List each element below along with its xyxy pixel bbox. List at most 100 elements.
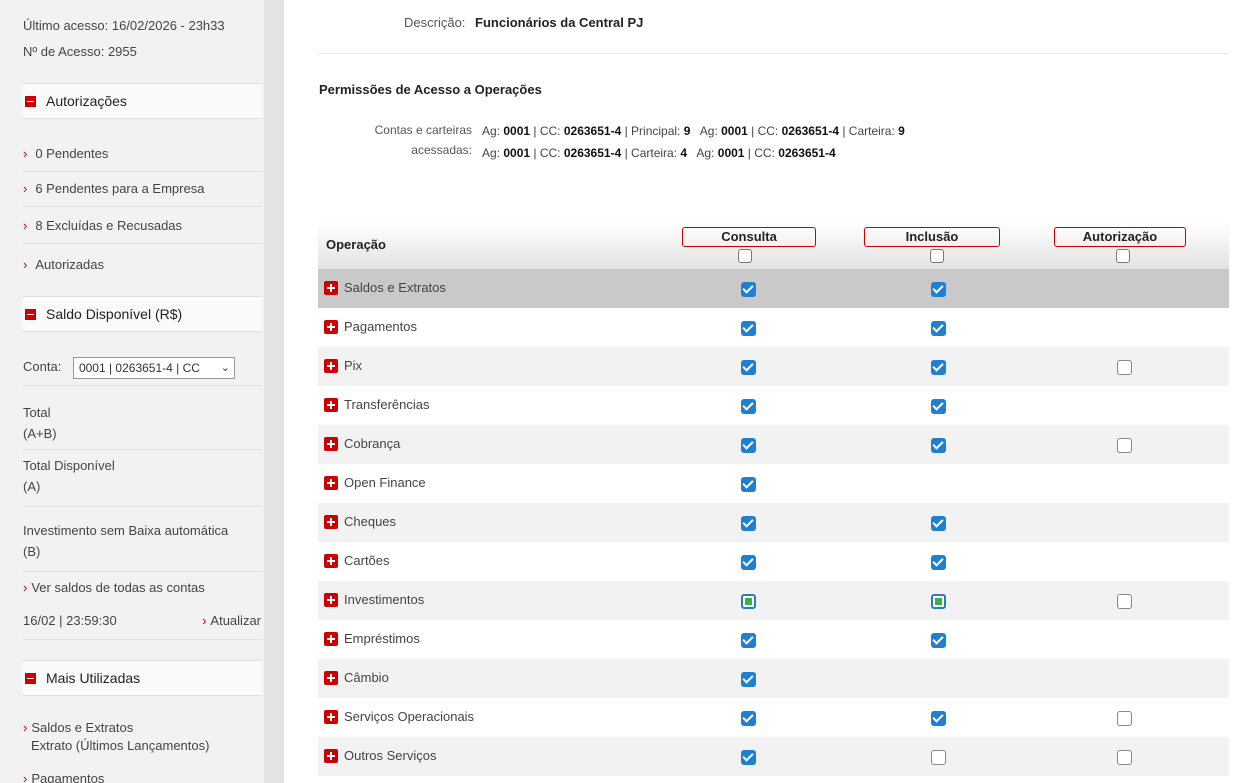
operation-name[interactable]: Pagamentos	[324, 319, 417, 334]
expand-plus-icon[interactable]	[324, 592, 338, 607]
operation-name[interactable]: Saldos e Extratos	[324, 280, 446, 295]
consulta-checkbox[interactable]	[741, 555, 756, 570]
inclusao-checkbox[interactable]	[931, 438, 946, 453]
operation-label: Pix	[344, 358, 363, 373]
consulta-checkbox[interactable]	[741, 360, 756, 375]
expand-plus-icon[interactable]	[324, 631, 338, 646]
autorizacao-checkbox[interactable]	[1117, 711, 1132, 726]
operation-name[interactable]: Investimentos	[324, 592, 424, 607]
conta-text: | Principal:	[621, 124, 684, 138]
consulta-checkbox[interactable]	[741, 282, 756, 297]
section-mais-utilizadas-header[interactable]: Mais Utilizadas	[22, 660, 262, 696]
chevron-right-icon: ›	[23, 580, 28, 595]
consulta-checkbox[interactable]	[741, 321, 756, 336]
inclusao-checkbox[interactable]	[931, 750, 946, 765]
select-all-consulta-checkbox[interactable]	[738, 249, 752, 263]
consulta-checkbox[interactable]	[741, 477, 756, 492]
chevron-right-icon: ›	[23, 771, 28, 783]
operation-name[interactable]: Cartões	[324, 553, 390, 568]
consulta-checkbox[interactable]	[741, 750, 756, 765]
operation-name[interactable]: Empréstimos	[324, 631, 420, 646]
consulta-checkbox[interactable]	[741, 594, 756, 609]
conta-value: 0001	[503, 124, 531, 138]
inclusao-checkbox[interactable]	[931, 594, 946, 609]
consulta-checkbox[interactable]	[741, 516, 756, 531]
sidebar-item-excluidas[interactable]: › 8 Excluídas e Recusadas	[23, 208, 263, 244]
consulta-checkbox[interactable]	[741, 633, 756, 648]
access-count-text: Nº de Acesso: 2955	[23, 44, 137, 59]
conta-value: 9	[898, 124, 905, 138]
expand-plus-icon[interactable]	[324, 397, 338, 412]
table-row: Pagamentos	[318, 308, 1229, 347]
consulta-checkbox[interactable]	[741, 399, 756, 414]
expand-plus-icon[interactable]	[324, 280, 338, 295]
operation-label: Cartões	[344, 553, 390, 568]
expand-plus-icon[interactable]	[324, 553, 338, 568]
inclusao-checkbox[interactable]	[931, 555, 946, 570]
conta-text: Ag:	[482, 124, 504, 138]
expand-plus-icon[interactable]	[324, 436, 338, 451]
contas-label-line2: acessadas:	[411, 143, 472, 157]
inclusao-checkbox[interactable]	[931, 360, 946, 375]
inclusao-checkbox[interactable]	[931, 711, 946, 726]
expand-plus-icon[interactable]	[324, 319, 338, 334]
consulta-checkbox[interactable]	[741, 711, 756, 726]
expand-plus-icon[interactable]	[324, 748, 338, 763]
investimento-block: Investimento sem Baixa automática (B)	[23, 520, 263, 572]
operation-name[interactable]: Transferências	[324, 397, 430, 412]
conta-select[interactable]: 0001 | 0263651-4 | CC ⌄	[72, 356, 235, 379]
sidebar-item-pendentes-empresa[interactable]: › 6 Pendentes para a Empresa	[23, 171, 263, 207]
mais-utilizadas-item-extrato[interactable]: › Saldos e Extratos Extrato (Últimos Lanç…	[23, 719, 209, 755]
autorizacao-checkbox[interactable]	[1117, 360, 1132, 375]
operation-label: Transferências	[344, 397, 430, 412]
operation-label: Cobrança	[344, 436, 401, 451]
select-all-inclusao-checkbox[interactable]	[930, 249, 944, 263]
select-all-autorizacao-checkbox[interactable]	[1116, 249, 1130, 263]
inclusao-checkbox[interactable]	[931, 321, 946, 336]
section-title: Mais Utilizadas	[46, 670, 141, 686]
autorizacao-checkbox[interactable]	[1117, 438, 1132, 453]
expand-plus-icon[interactable]	[324, 709, 338, 724]
ver-saldos-label: Ver saldos de todas as contas	[31, 580, 205, 595]
collapse-icon	[25, 308, 36, 320]
inclusao-checkbox[interactable]	[931, 633, 946, 648]
expand-plus-icon[interactable]	[324, 670, 338, 685]
inclusao-checkbox[interactable]	[931, 516, 946, 531]
expand-plus-icon[interactable]	[324, 475, 338, 490]
disponivel-label: Total Disponível	[23, 458, 115, 473]
operation-name[interactable]: Open Finance	[324, 475, 426, 490]
ver-saldos-link[interactable]: › Ver saldos de todas as contas	[23, 580, 205, 595]
table-row: Outros Serviços	[318, 737, 1229, 776]
conta-value: 0263651-4	[563, 124, 622, 138]
operation-name[interactable]: Pix	[324, 358, 362, 373]
section-title: Saldo Disponível (R$)	[46, 306, 183, 322]
collapse-icon	[25, 95, 36, 107]
inclusao-checkbox[interactable]	[931, 399, 946, 414]
sidebar-item-autorizadas[interactable]: › Autorizadas	[23, 246, 263, 282]
atualizar-label: Atualizar	[210, 613, 261, 628]
operation-name[interactable]: Cobrança	[324, 436, 400, 451]
operation-name[interactable]: Câmbio	[324, 670, 389, 685]
autorizacao-checkbox[interactable]	[1117, 750, 1132, 765]
expand-plus-icon[interactable]	[324, 358, 338, 373]
conta-text: | CC:	[530, 146, 564, 160]
operation-name[interactable]: Serviços Operacionais	[324, 709, 474, 724]
conta-text: | CC:	[530, 124, 564, 138]
consulta-checkbox[interactable]	[741, 438, 756, 453]
expand-plus-icon[interactable]	[324, 514, 338, 529]
operation-name[interactable]: Outros Serviços	[324, 748, 436, 763]
total-block: Total (A+B)	[23, 402, 263, 450]
atualizar-link[interactable]: › Atualizar	[202, 610, 261, 631]
operation-label: Empréstimos	[344, 631, 420, 646]
operation-label: Open Finance	[344, 475, 426, 490]
section-autorizacoes-header[interactable]: Autorizações	[22, 83, 262, 119]
sidebar-item-pendentes[interactable]: › 0 Pendentes	[23, 136, 263, 172]
table-row: Câmbio	[318, 659, 1229, 698]
conta-label: Conta:	[23, 359, 62, 374]
inclusao-checkbox[interactable]	[931, 282, 946, 297]
autorizacao-checkbox[interactable]	[1117, 594, 1132, 609]
consulta-checkbox[interactable]	[741, 672, 756, 687]
section-saldo-header[interactable]: Saldo Disponível (R$)	[22, 296, 262, 332]
mais-utilizadas-item-pagamentos[interactable]: › Pagamentos	[23, 771, 104, 783]
operation-name[interactable]: Cheques	[324, 514, 396, 529]
